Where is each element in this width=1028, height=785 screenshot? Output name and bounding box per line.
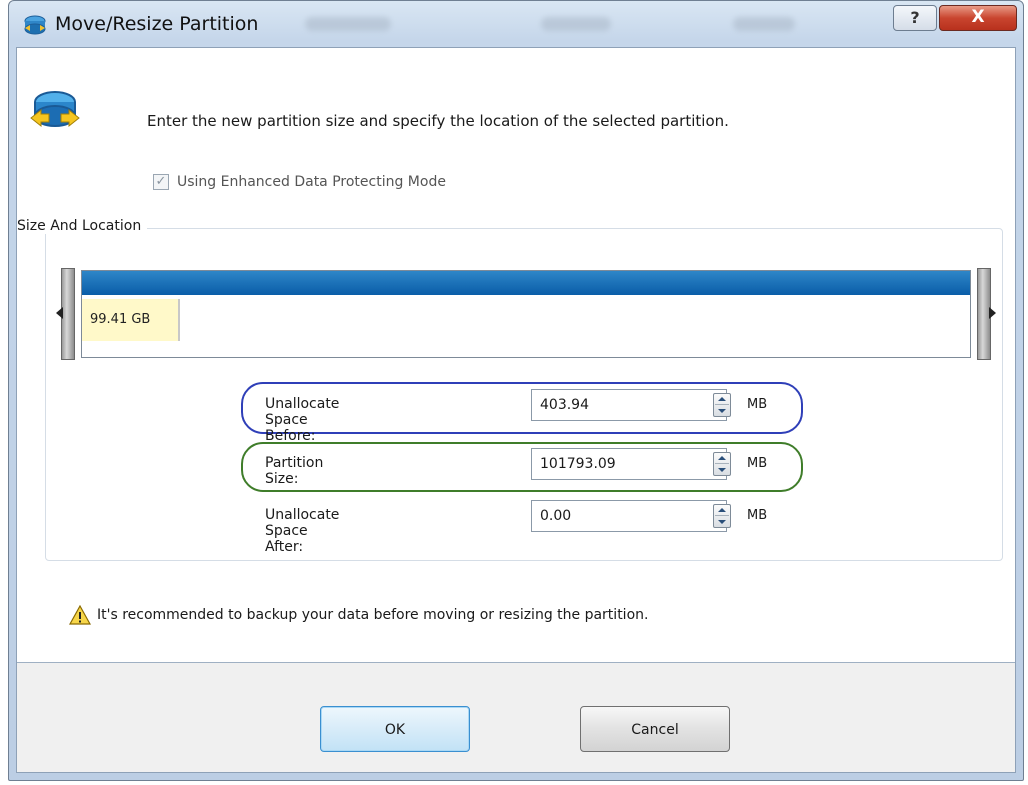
help-button[interactable]: ? — [893, 5, 937, 31]
spin-divider — [715, 515, 729, 516]
unallocated-before-field[interactable] — [531, 389, 727, 421]
unallocated-before-input[interactable] — [538, 396, 702, 414]
spin-up-icon[interactable] — [718, 456, 726, 460]
spin-divider — [715, 404, 729, 405]
unallocated-after-field[interactable] — [531, 500, 727, 532]
enhanced-mode-option[interactable]: ✓ Using Enhanced Data Protecting Mode — [153, 172, 446, 192]
unallocated-after-spinner[interactable] — [713, 504, 731, 528]
partition-size-label: Partition Size: — [265, 455, 324, 487]
backup-warning: It's recommended to backup your data bef… — [69, 604, 648, 626]
partition-block[interactable]: 99.41 GB — [81, 270, 971, 358]
warning-icon — [69, 605, 91, 625]
right-resize-handle[interactable] — [977, 268, 996, 360]
instruction-text: Enter the new partition size and specify… — [147, 112, 729, 130]
enhanced-mode-label: Using Enhanced Data Protecting Mode — [177, 174, 446, 190]
title-blur-3 — [733, 17, 795, 31]
unit-label: MB — [747, 456, 768, 471]
partition-size-field[interactable] — [531, 448, 727, 480]
partition-app-icon — [24, 15, 46, 35]
cancel-button[interactable]: Cancel — [580, 706, 730, 752]
partition-size-tag: 99.41 GB — [82, 299, 180, 341]
right-arrow-icon — [989, 307, 996, 319]
unit-label: MB — [747, 508, 768, 523]
partition-size-spinner[interactable] — [713, 452, 731, 476]
unallocated-before-label: Unallocate Space Before: — [265, 396, 340, 444]
spin-up-icon[interactable] — [718, 397, 726, 401]
title-blur-1 — [305, 17, 391, 31]
button-bar — [17, 663, 1015, 772]
ok-button[interactable]: OK — [320, 706, 470, 752]
partition-size-input[interactable] — [538, 455, 702, 473]
dialog-body: Enter the new partition size and specify… — [16, 47, 1016, 773]
spin-up-icon[interactable] — [718, 508, 726, 512]
warning-text: It's recommended to backup your data bef… — [97, 607, 649, 623]
move-resize-dialog: Move/Resize Partition ? X Enter the new … — [8, 0, 1024, 781]
unallocated-before-spinner[interactable] — [713, 393, 731, 417]
spin-divider — [715, 463, 729, 464]
title-blur-2 — [541, 17, 611, 31]
unit-label: MB — [747, 397, 768, 412]
enhanced-mode-checkbox[interactable]: ✓ — [153, 174, 169, 190]
size-location-legend: Size And Location — [17, 218, 148, 234]
spin-down-icon[interactable] — [718, 520, 726, 524]
resize-partition-icon — [30, 91, 80, 128]
unallocated-after-label: Unallocate Space After: — [265, 507, 340, 555]
left-arrow-icon — [56, 307, 63, 319]
close-button[interactable]: X — [939, 5, 1017, 31]
title-bar[interactable]: Move/Resize Partition ? X — [9, 1, 1023, 47]
partition-used-bar — [82, 271, 970, 295]
unallocated-after-input[interactable] — [538, 507, 702, 525]
partition-map[interactable]: 99.41 GB — [56, 268, 996, 360]
spin-down-icon[interactable] — [718, 409, 726, 413]
dialog-title: Move/Resize Partition — [55, 13, 259, 35]
left-resize-handle[interactable] — [56, 268, 75, 360]
spin-down-icon[interactable] — [718, 468, 726, 472]
